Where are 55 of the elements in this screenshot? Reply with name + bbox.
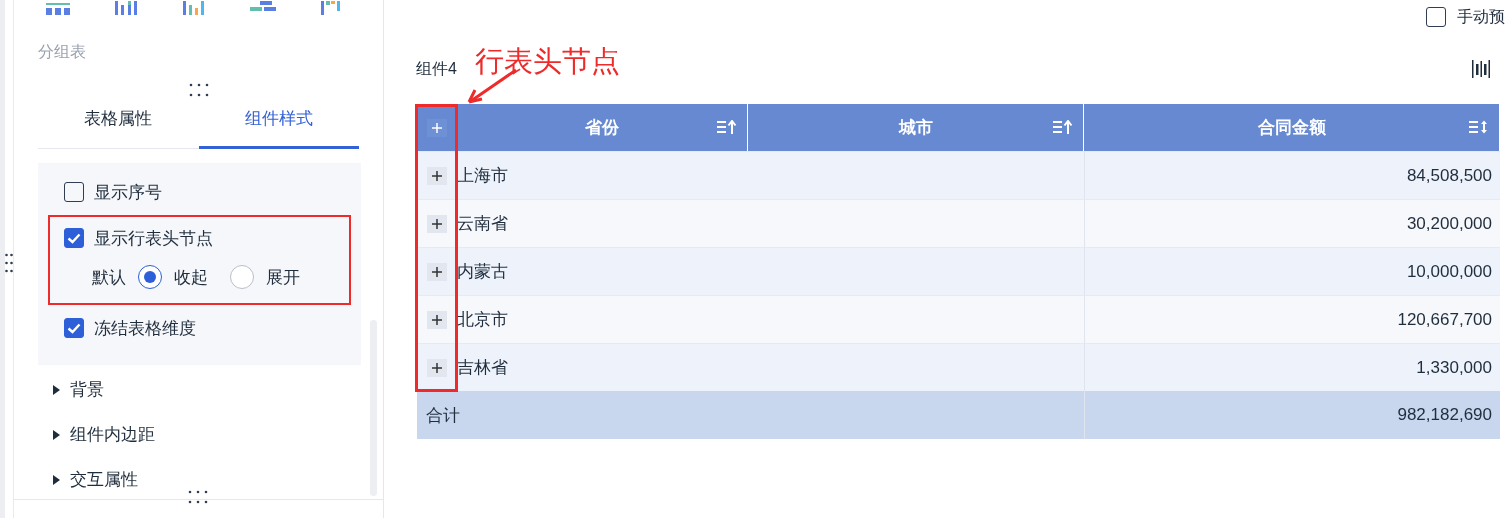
plus-icon [431,122,442,133]
plus-icon [432,314,442,325]
table-cell: 10,000,000 [1406,261,1492,282]
total-label: 合计 [426,404,460,427]
drag-handle-icon[interactable] [188,83,209,97]
table-cell: 120,667,700 [1397,309,1492,330]
caret-right-icon[interactable] [52,384,60,395]
table-cell: 1,330,000 [1416,357,1492,378]
checkbox[interactable] [64,228,84,248]
expand-button[interactable] [427,310,447,329]
drag-handle-icon[interactable] [5,253,13,273]
sort-ascending-icon[interactable] [717,120,737,134]
table-cell-text: 上海市 [457,165,508,187]
checkbox-label[interactable]: 显示行表头节点 [94,226,213,250]
checkbox[interactable] [1426,7,1446,27]
component-title: 组件4 [416,58,457,79]
plus-icon [432,362,442,373]
table-cell: 84,508,500 [1406,165,1492,186]
section-header[interactable]: 组件内边距 [70,423,155,446]
plus-icon [432,266,442,277]
section-header[interactable]: 交互属性 [70,468,138,491]
checkbox-label[interactable]: 冻结表格维度 [94,316,196,340]
drag-handle-icon[interactable] [188,490,208,504]
group-label: 分组表 [38,42,86,62]
table-cell-text: 内蒙古 [457,261,508,283]
radio-button[interactable] [138,265,162,289]
option-label: 默认 [92,266,126,289]
column-layout-icon[interactable] [1471,59,1491,79]
expand-button[interactable] [427,262,447,281]
caret-right-icon[interactable] [52,474,60,485]
checkbox-label[interactable]: 显示序号 [94,180,162,204]
expand-button[interactable] [427,166,447,185]
table-cell-text: 北京市 [457,309,508,331]
plus-icon [432,218,442,229]
table-cell-text: 云南省 [457,213,508,235]
table-cell: 30,200,000 [1406,213,1492,234]
sort-ascending-icon[interactable] [1053,120,1073,134]
checkbox-label[interactable]: 手动预 [1457,6,1505,28]
expand-button[interactable] [427,358,447,377]
checkbox[interactable] [64,318,84,338]
radio-label[interactable]: 展开 [266,265,300,289]
expand-all-button[interactable] [426,118,447,137]
annotation-label: 行表头节点 [475,44,620,79]
sort-icon[interactable] [1469,120,1489,134]
tab[interactable]: 表格属性 [38,90,199,149]
radio-label[interactable]: 收起 [174,265,208,289]
tab[interactable]: 组件样式 [198,90,359,149]
section-header[interactable]: 背景 [70,378,104,401]
radio-button[interactable] [230,265,254,289]
caret-right-icon[interactable] [52,429,60,440]
expand-button[interactable] [427,214,447,233]
total-value: 982,182,690 [1397,405,1492,425]
plus-icon [432,170,442,181]
table-cell-text: 吉林省 [457,357,508,379]
checkbox[interactable] [64,182,84,202]
